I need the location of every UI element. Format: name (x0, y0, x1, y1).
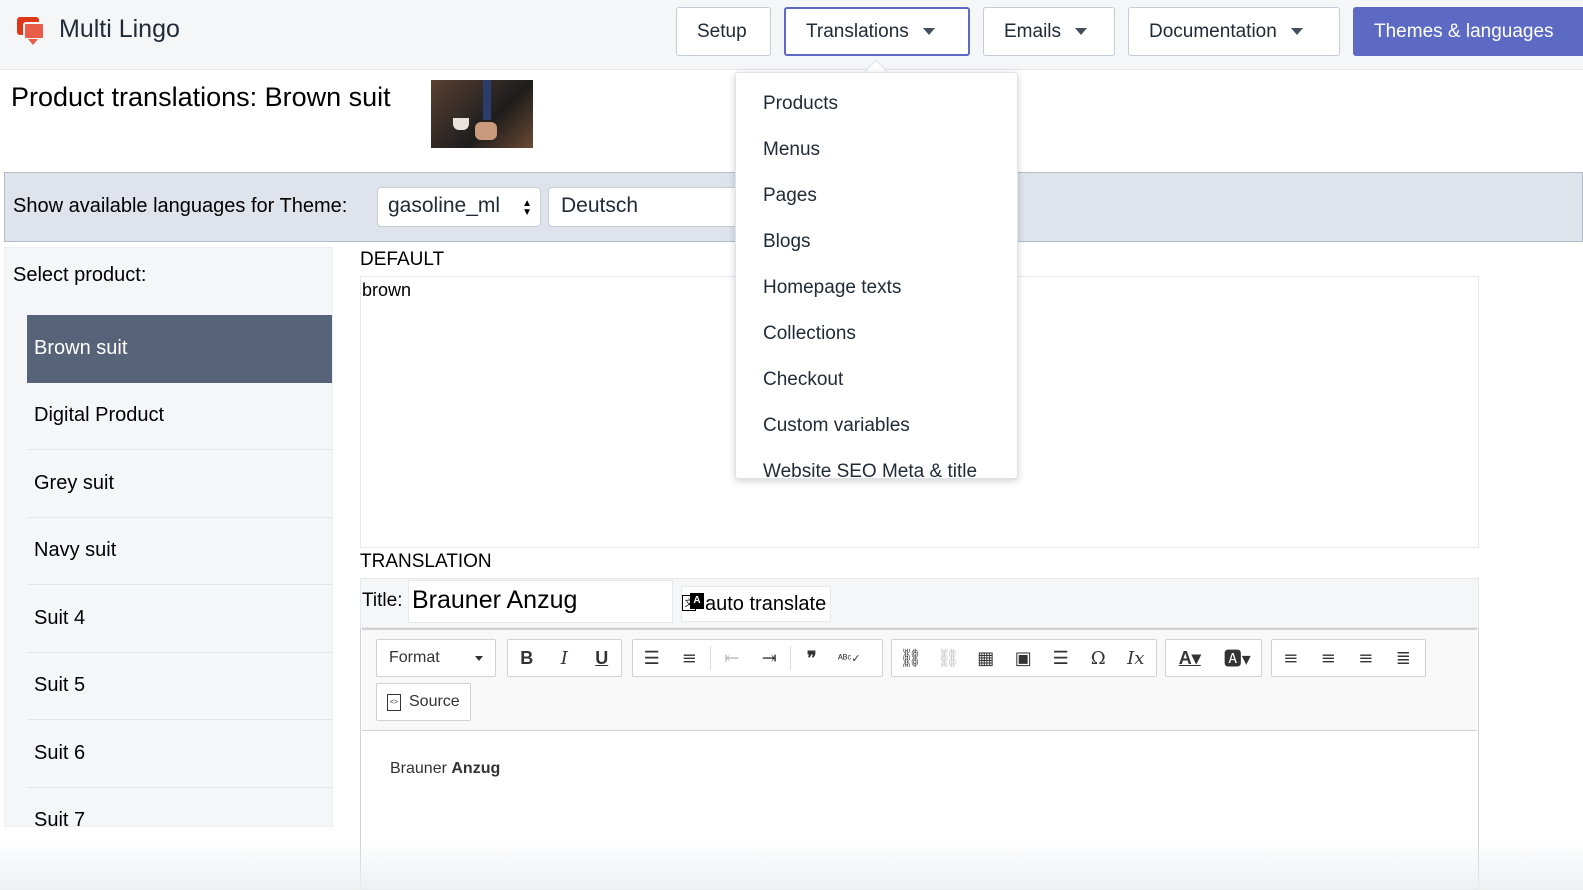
product-item-brown-suit[interactable]: Brown suit (27, 315, 332, 383)
bold-icon[interactable]: B (508, 640, 546, 676)
product-list: Brown suit Digital Product Grey suit Nav… (27, 315, 332, 826)
background-color-icon[interactable]: 🅰▾ (1214, 640, 1262, 676)
insert-group: ⛓ ⛓ ▦ ▣ ☰ Ω Ix (891, 639, 1157, 677)
editor-toolbar: Format B I U ☰ ≡ ⇤ ⇥ ❞ ᴬᴮᶜ✓ ⛓ ⛓ ▦ ▣ ☰ Ω … (362, 628, 1477, 731)
align-right-icon[interactable]: ≡ (1347, 640, 1385, 676)
italic-icon[interactable]: I (546, 640, 584, 676)
menu-item-menus[interactable]: Menus (736, 127, 1017, 173)
product-thumbnail (431, 80, 533, 148)
page-title: Product translations: Brown suit (11, 82, 391, 112)
special-character-icon[interactable]: Ω (1080, 640, 1118, 676)
documentation-menu-button[interactable]: Documentation (1128, 7, 1340, 56)
menu-item-collections[interactable]: Collections (736, 311, 1017, 357)
menu-item-custom-variables[interactable]: Custom variables (736, 403, 1017, 449)
themes-label: Themes & languages (1374, 20, 1554, 42)
setup-button[interactable]: Setup (676, 7, 771, 56)
blockquote-icon[interactable]: ❞ (793, 640, 831, 676)
underline-icon[interactable]: U (583, 640, 621, 676)
editor-text-plain: Brauner (390, 760, 447, 777)
rich-text-editor: Format B I U ☰ ≡ ⇤ ⇥ ❞ ᴬᴮᶜ✓ ⛓ ⛓ ▦ ▣ ☰ Ω … (360, 628, 1479, 890)
horizontal-rule-icon[interactable]: ☰ (1042, 640, 1080, 676)
language-select-value: Deutsch (561, 194, 639, 217)
menu-item-checkout[interactable]: Checkout (736, 357, 1017, 403)
default-heading: DEFAULT (360, 249, 445, 270)
language-select[interactable]: Deutsch (548, 187, 748, 227)
setup-label: Setup (697, 20, 747, 42)
chevron-down-icon (1075, 28, 1088, 35)
translation-heading: TRANSLATION (360, 551, 492, 572)
align-left-icon[interactable]: ≡ (1272, 640, 1310, 676)
documentation-label: Documentation (1149, 20, 1277, 42)
menu-item-blogs[interactable]: Blogs (736, 219, 1017, 265)
unlink-icon[interactable]: ⛓ (930, 640, 968, 676)
indent-icon[interactable]: ⇥ (751, 640, 789, 676)
spellcheck-icon[interactable]: ᴬᴮᶜ✓ (831, 640, 869, 676)
auto-translate-button[interactable]: 文A auto translate (681, 586, 832, 622)
bulleted-list-icon[interactable]: ☰ (633, 640, 671, 676)
product-item-digital-product[interactable]: Digital Product (27, 383, 332, 450)
theme-select[interactable]: gasoline_ml ▲ ▼ (377, 187, 541, 227)
table-icon[interactable]: ▦ (967, 640, 1005, 676)
product-item-suit-6[interactable]: Suit 6 (27, 720, 332, 788)
product-item-navy-suit[interactable]: Navy suit (27, 518, 332, 585)
basic-style-group: B I U (507, 639, 622, 677)
chevron-down-icon (475, 655, 483, 661)
product-item-suit-7[interactable]: Suit 7 (27, 788, 332, 826)
emails-label: Emails (1004, 20, 1062, 42)
top-navigation-bar: Multi Lingo Setup Translations Emails Do… (0, 0, 1583, 70)
default-content: brown (362, 280, 412, 300)
list-block-group: ☰ ≡ ⇤ ⇥ ❞ ᴬᴮᶜ✓ (632, 639, 883, 677)
menu-item-website-seo[interactable]: Website SEO Meta & title (736, 449, 1017, 478)
color-group: A▾ 🅰▾ (1165, 639, 1262, 677)
remove-format-icon[interactable]: Ix (1117, 640, 1155, 676)
translation-title-row: Title: Brauner Anzug 文A auto translate (360, 578, 1479, 628)
format-group: Format (376, 639, 496, 677)
menu-item-products[interactable]: Products (736, 81, 1017, 127)
title-label: Title: (362, 590, 403, 611)
translations-menu-button[interactable]: Translations (784, 7, 970, 56)
select-arrows-icon: ▲ ▼ (522, 198, 532, 218)
themes-languages-button[interactable]: Themes & languages (1353, 7, 1583, 56)
emails-menu-button[interactable]: Emails (983, 7, 1115, 56)
align-group: ≡ ≡ ≡ ≣ (1271, 639, 1426, 677)
format-dropdown[interactable]: Format (377, 640, 495, 676)
source-code-icon: <> (387, 693, 401, 711)
theme-bar-label: Show available languages for Theme: (13, 195, 348, 217)
text-color-icon[interactable]: A▾ (1166, 640, 1214, 676)
editor-content[interactable]: Brauner Anzug (390, 760, 500, 778)
auto-translate-label: auto translate (705, 592, 827, 615)
source-label: Source (409, 693, 460, 710)
menu-item-pages[interactable]: Pages (736, 173, 1017, 219)
menu-item-homepage-texts[interactable]: Homepage texts (736, 265, 1017, 311)
translations-dropdown-menu: Products Menus Pages Blogs Homepage text… (735, 72, 1018, 479)
chat-bubbles-logo-icon (17, 16, 45, 45)
brand[interactable]: Multi Lingo (17, 15, 180, 45)
app-name: Multi Lingo (59, 15, 180, 43)
title-input[interactable]: Brauner Anzug (408, 580, 673, 623)
translate-icon: 文A (682, 593, 704, 615)
product-item-grey-suit[interactable]: Grey suit (27, 450, 332, 518)
format-label: Format (389, 649, 440, 666)
chevron-down-icon (1290, 28, 1303, 35)
image-icon[interactable]: ▣ (1005, 640, 1043, 676)
theme-select-value: gasoline_ml (388, 194, 501, 217)
editor-text-bold: Anzug (451, 760, 501, 777)
chevron-down-icon (922, 28, 935, 35)
product-sidebar: Select product: Brown suit Digital Produ… (4, 247, 333, 827)
align-justify-icon[interactable]: ≣ (1385, 640, 1423, 676)
numbered-list-icon[interactable]: ≡ (671, 640, 709, 676)
product-item-suit-5[interactable]: Suit 5 (27, 653, 332, 720)
translations-label: Translations (806, 20, 909, 42)
outdent-icon[interactable]: ⇤ (713, 640, 751, 676)
sidebar-heading: Select product: (13, 264, 147, 286)
link-icon[interactable]: ⛓ (892, 640, 930, 676)
product-item-suit-4[interactable]: Suit 4 (27, 585, 332, 653)
align-center-icon[interactable]: ≡ (1310, 640, 1348, 676)
source-button[interactable]: <> Source (376, 683, 471, 721)
